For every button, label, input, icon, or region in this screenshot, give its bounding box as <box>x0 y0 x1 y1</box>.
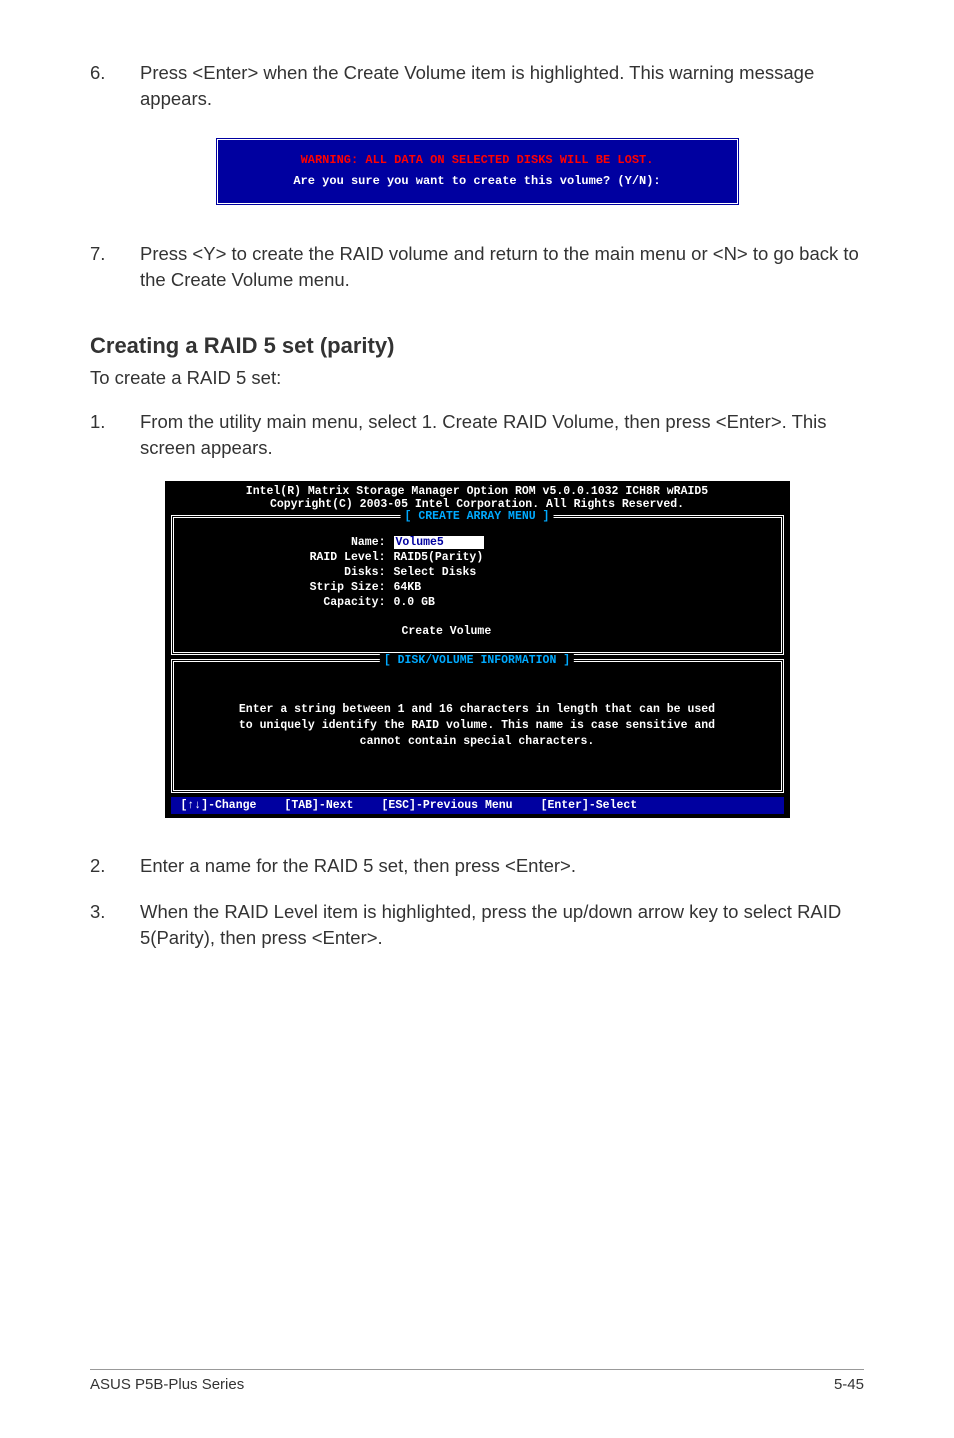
bios-row-strip: Strip Size: 64KB <box>174 581 781 594</box>
bios-footer-prev: [ESC]-Previous Menu <box>381 799 512 812</box>
bios-capacity-value[interactable]: 0.0 GB <box>394 596 435 609</box>
bios-row-disks: Disks: Select Disks <box>174 566 781 579</box>
bios-create-panel-title: [ CREATE ARRAY MENU ] <box>401 510 554 523</box>
bios-create-panel: [ CREATE ARRAY MENU ] Name: Volume5 RAID… <box>171 515 784 655</box>
bios-header-line1: Intel(R) Matrix Storage Manager Option R… <box>165 485 790 498</box>
bios-info-line3: cannot contain special characters. <box>192 734 763 750</box>
step-1-text: From the utility main menu, select 1. Cr… <box>140 409 864 461</box>
bios-disks-value[interactable]: Select Disks <box>394 566 477 579</box>
bios-footer: [↑↓]-Change [TAB]-Next [ESC]-Previous Me… <box>171 797 784 814</box>
page-footer: ASUS P5B-Plus Series 5-45 <box>90 1369 864 1393</box>
step-7-num: 7. <box>90 241 140 293</box>
bios-footer-next: [TAB]-Next <box>284 799 353 812</box>
step-7-text: Press <Y> to create the RAID volume and … <box>140 241 864 293</box>
bios-screenshot-wrap: Intel(R) Matrix Storage Manager Option R… <box>90 481 864 818</box>
bios-strip-label: Strip Size: <box>174 581 394 594</box>
warning-dialog: WARNING: ALL DATA ON SELECTED DISKS WILL… <box>215 137 740 206</box>
step-3: 3. When the RAID Level item is highlight… <box>90 899 864 951</box>
warning-box-wrap: WARNING: ALL DATA ON SELECTED DISKS WILL… <box>90 137 864 206</box>
section-subheading: To create a RAID 5 set: <box>90 367 864 389</box>
bios-info-panel: [ DISK/VOLUME INFORMATION ] Enter a stri… <box>171 659 784 793</box>
bios-raid-value[interactable]: RAID5(Parity) <box>394 551 484 564</box>
bios-footer-select: [Enter]-Select <box>541 799 638 812</box>
step-2-num: 2. <box>90 853 140 879</box>
bios-form: Name: Volume5 RAID Level: RAID5(Parity) … <box>174 536 781 638</box>
step-1-num: 1. <box>90 409 140 461</box>
step-6-text: Press <Enter> when the Create Volume ite… <box>140 60 864 112</box>
step-2: 2. Enter a name for the RAID 5 set, then… <box>90 853 864 879</box>
step-6-num: 6. <box>90 60 140 112</box>
step-3-num: 3. <box>90 899 140 951</box>
step-7: 7. Press <Y> to create the RAID volume a… <box>90 241 864 293</box>
bios-row-name: Name: Volume5 <box>174 536 781 549</box>
bios-strip-value[interactable]: 64KB <box>394 581 422 594</box>
bios-disks-label: Disks: <box>174 566 394 579</box>
step-3-text: When the RAID Level item is highlighted,… <box>140 899 864 951</box>
bios-capacity-label: Capacity: <box>174 596 394 609</box>
bios-footer-change: [↑↓]-Change <box>181 799 257 812</box>
step-6: 6. Press <Enter> when the Create Volume … <box>90 60 864 112</box>
warning-line: WARNING: ALL DATA ON SELECTED DISKS WILL… <box>232 150 723 172</box>
bios-row-raid: RAID Level: RAID5(Parity) <box>174 551 781 564</box>
bios-info-panel-title: [ DISK/VOLUME INFORMATION ] <box>380 654 574 667</box>
step-2-text: Enter a name for the RAID 5 set, then pr… <box>140 853 864 879</box>
page-footer-left: ASUS P5B-Plus Series <box>90 1376 244 1393</box>
page-footer-right: 5-45 <box>834 1376 864 1393</box>
bios-name-label: Name: <box>174 536 394 549</box>
bios-raid-label: RAID Level: <box>174 551 394 564</box>
bios-create-volume[interactable]: Create Volume <box>174 625 781 638</box>
bios-name-input[interactable]: Volume5 <box>394 536 484 549</box>
bios-row-capacity: Capacity: 0.0 GB <box>174 596 781 609</box>
warning-prompt: Are you sure you want to create this vol… <box>232 171 723 193</box>
section-heading: Creating a RAID 5 set (parity) <box>90 333 864 359</box>
step-1: 1. From the utility main menu, select 1.… <box>90 409 864 461</box>
bios-info-line1: Enter a string between 1 and 16 characte… <box>192 702 763 718</box>
bios-info-line2: to uniquely identify the RAID volume. Th… <box>192 718 763 734</box>
bios-screen: Intel(R) Matrix Storage Manager Option R… <box>165 481 790 818</box>
bios-info-text: Enter a string between 1 and 16 characte… <box>174 672 781 776</box>
